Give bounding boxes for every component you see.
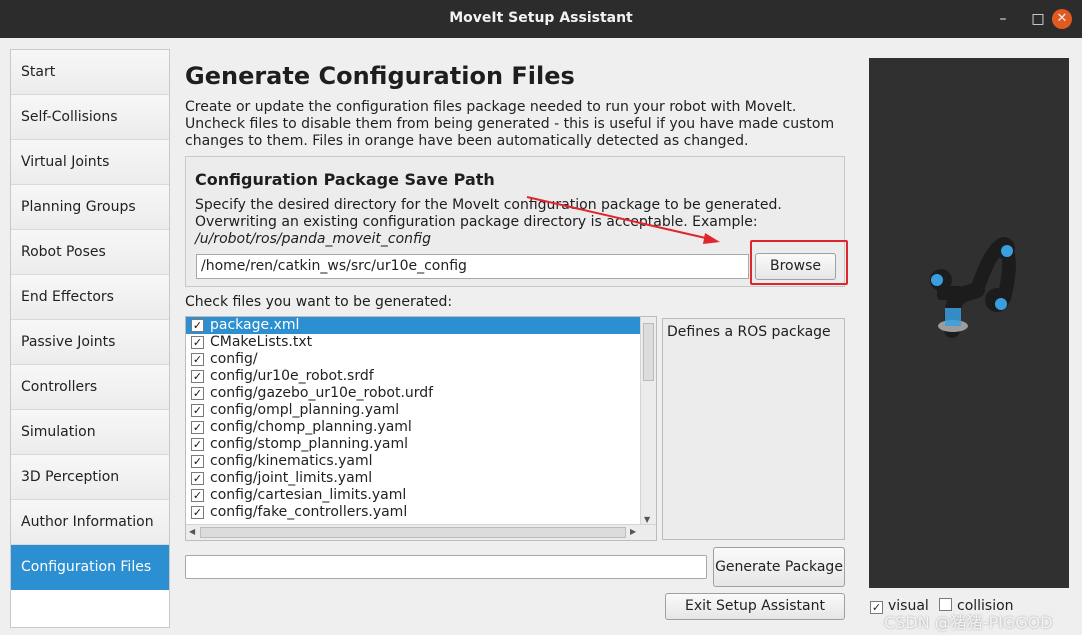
checkbox-icon[interactable]: ✓ — [191, 336, 204, 349]
file-name: config/ur10e_robot.srdf — [210, 368, 374, 384]
file-row[interactable]: ✓ config/stomp_planning.yaml — [186, 436, 656, 453]
file-name: config/chomp_planning.yaml — [210, 419, 412, 435]
file-description-pane: Defines a ROS package — [662, 318, 845, 540]
file-row[interactable]: ✓ config/chomp_planning.yaml — [186, 419, 656, 436]
checkbox-icon[interactable]: ✓ — [191, 353, 204, 366]
file-name: config/stomp_planning.yaml — [210, 436, 409, 452]
file-name: package.xml — [210, 317, 300, 333]
file-list[interactable]: ✓ package.xml ✓ CMakeLists.txt ✓ config/ ✓ c… — [185, 316, 657, 541]
file-list-horizontal-scrollbar[interactable]: ◀ ▶ — [186, 524, 656, 540]
checkbox-icon[interactable]: ✓ — [191, 455, 204, 468]
robot-model-icon — [930, 237, 1016, 338]
scroll-left-icon[interactable]: ◀ — [189, 527, 195, 536]
scrollbar-thumb[interactable] — [643, 323, 654, 381]
checkbox-icon[interactable]: ✓ — [191, 421, 204, 434]
generate-package-button[interactable]: Generate Package — [713, 547, 845, 587]
file-row[interactable]: ✓ config/ompl_planning.yaml — [186, 402, 656, 419]
scroll-down-icon[interactable]: ▼ — [644, 515, 650, 524]
file-row[interactable]: ✓ config/fake_controllers.yaml — [186, 504, 656, 521]
file-name: CMakeLists.txt — [210, 334, 313, 350]
file-name: config/ompl_planning.yaml — [210, 402, 400, 418]
checkbox-icon[interactable]: ✓ — [191, 472, 204, 485]
checkbox-icon[interactable]: ✓ — [191, 387, 204, 400]
checkbox-icon[interactable]: ✓ — [191, 506, 204, 519]
file-row[interactable]: ✓ CMakeLists.txt — [186, 334, 656, 351]
checkbox-icon[interactable]: ✓ — [191, 438, 204, 451]
exit-setup-assistant-button[interactable]: Exit Setup Assistant — [665, 593, 845, 620]
file-name: config/fake_controllers.yaml — [210, 504, 408, 520]
file-name: config/gazebo_ur10e_robot.urdf — [210, 385, 434, 401]
checkbox-icon[interactable]: ✓ — [191, 370, 204, 383]
checkbox-icon[interactable]: ✓ — [191, 489, 204, 502]
file-row[interactable]: ✓ config/cartesian_limits.yaml — [186, 487, 656, 504]
file-row[interactable]: ✓ package.xml — [186, 317, 641, 334]
file-list-vertical-scrollbar[interactable]: ▼ — [640, 317, 656, 525]
file-name: config/kinematics.yaml — [210, 453, 373, 469]
robot-3d-viewer[interactable] — [869, 58, 1069, 588]
status-field[interactable] — [185, 555, 707, 579]
file-row[interactable]: ✓ config/kinematics.yaml — [186, 453, 656, 470]
watermark: CSDN @猪猪-PIGGOD — [884, 613, 1053, 632]
scrollbar-thumb[interactable] — [200, 527, 626, 538]
scroll-right-icon[interactable]: ▶ — [630, 527, 636, 536]
file-row[interactable]: ✓ config/ur10e_robot.srdf — [186, 368, 656, 385]
file-row[interactable]: ✓ config/gazebo_ur10e_robot.urdf — [186, 385, 656, 402]
files-label: Check files you want to be generated: — [185, 294, 453, 310]
file-name: config/ — [210, 351, 258, 367]
checkbox-icon[interactable]: ✓ — [191, 404, 204, 417]
file-description: Defines a ROS package — [667, 324, 831, 340]
file-row[interactable]: ✓ config/ — [186, 351, 656, 368]
checkbox-icon[interactable]: ✓ — [870, 601, 883, 614]
file-name: config/cartesian_limits.yaml — [210, 487, 407, 503]
file-row[interactable]: ✓ config/joint_limits.yaml — [186, 470, 656, 487]
checkbox-icon[interactable]: ✓ — [191, 319, 204, 332]
file-name: config/joint_limits.yaml — [210, 470, 373, 486]
